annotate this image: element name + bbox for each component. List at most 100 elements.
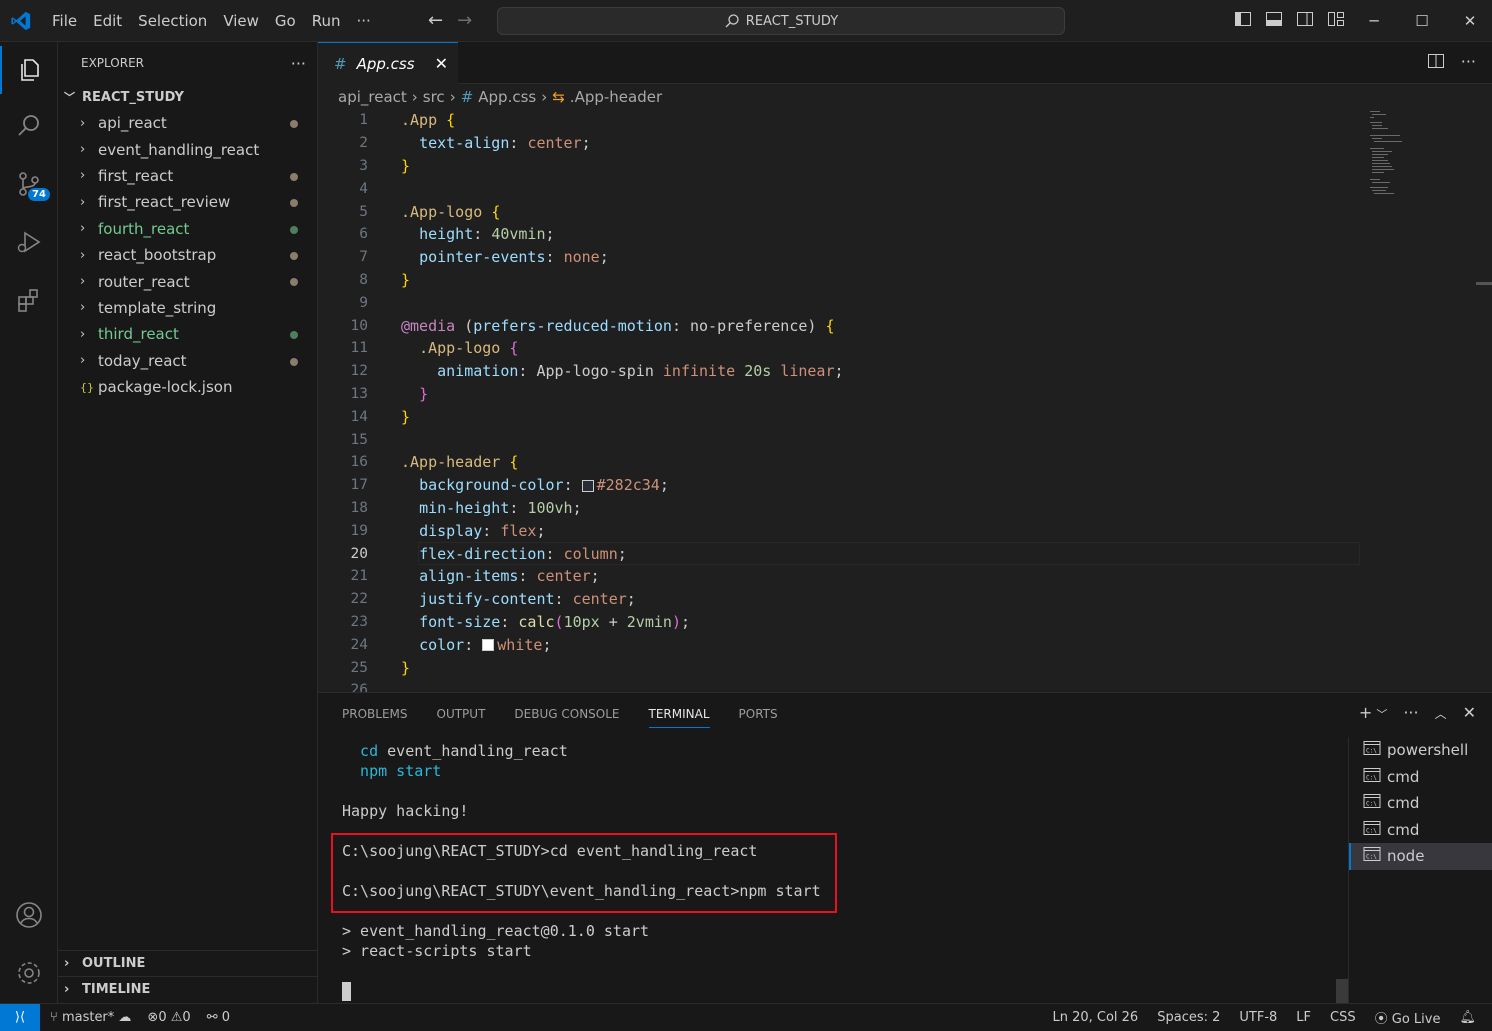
tree-item[interactable]: › react_bootstrap [58, 242, 318, 268]
editor-more-icon[interactable]: ··· [1461, 52, 1476, 74]
code-line[interactable]: 23 font-size: calc(10px + 2vmin); [318, 611, 1478, 634]
code-line[interactable]: 8} [318, 269, 1478, 292]
terminal-instance[interactable]: C:\ cmd [1349, 817, 1492, 844]
tree-item[interactable]: › event_handling_react [58, 136, 318, 162]
tab-ports[interactable]: PORTS [739, 701, 778, 727]
code-line[interactable]: 16 .App-header { [318, 451, 1478, 474]
ports-status[interactable]: ⚯ 0 [207, 1010, 230, 1025]
close-window-icon[interactable]: ✕ [1446, 0, 1492, 42]
code-line[interactable]: 10 @media (prefers-reduced-motion: no-pre… [318, 314, 1478, 337]
search-activity[interactable] [0, 102, 58, 150]
tree-item[interactable]: › fourth_react [58, 216, 318, 242]
problems-status[interactable]: ⊗0 ⚠0 [147, 1010, 190, 1025]
editor-scroll-indicator[interactable] [1476, 282, 1492, 285]
manage-activity[interactable] [0, 949, 58, 997]
terminal-instance[interactable]: C:\ powershell [1349, 737, 1492, 764]
menu-view[interactable]: View [215, 12, 267, 30]
menu-edit[interactable]: Edit [85, 12, 130, 30]
chevron-down-icon[interactable]: ﹀ [1376, 706, 1387, 722]
branch-status[interactable]: ⑂ master* ☁ [50, 1010, 131, 1025]
outline-section[interactable]: › OUTLINE [58, 950, 318, 976]
code-line[interactable]: 20 flex-direction: column; [318, 542, 1478, 565]
terminal-instance[interactable]: C:\ cmd [1349, 764, 1492, 791]
tree-item[interactable]: › first_react [58, 163, 318, 189]
end-of-line[interactable]: LF [1296, 1010, 1311, 1025]
toggle-primary-sidebar-icon[interactable] [1234, 10, 1252, 28]
source-control-activity[interactable]: 74 [0, 160, 58, 208]
tree-item[interactable]: › router_react [58, 268, 318, 294]
encoding[interactable]: UTF-8 [1239, 1010, 1277, 1025]
timeline-section[interactable]: › TIMELINE [58, 976, 318, 1002]
go-live-button[interactable]: ⦿ Go Live [1375, 1008, 1441, 1027]
toggle-panel-icon[interactable] [1265, 10, 1283, 28]
tree-item[interactable]: › first_react_review [58, 189, 318, 215]
menu-run[interactable]: Run [304, 12, 349, 30]
code-line[interactable]: 5 .App-logo { [318, 200, 1478, 223]
minimap[interactable] [1368, 109, 1478, 209]
code-line[interactable]: 3} [318, 155, 1478, 178]
terminal-scrollbar[interactable] [1336, 979, 1348, 1004]
code-line[interactable]: 24 color: white; [318, 633, 1478, 656]
code-line[interactable]: 2 text-align: center; [318, 132, 1478, 155]
code-line[interactable]: 26 [318, 679, 1478, 692]
tree-item[interactable]: › third_react [58, 321, 318, 347]
close-tab-icon[interactable]: ✕ [435, 54, 448, 73]
forward-arrow-icon[interactable]: → [457, 10, 472, 31]
tab-app-css[interactable]: # App.css ✕ [318, 42, 458, 84]
customize-layout-icon[interactable] [1327, 10, 1345, 28]
cursor-position[interactable]: Ln 20, Col 26 [1052, 1010, 1138, 1025]
code-line[interactable]: 6 height: 40vmin; [318, 223, 1478, 246]
code-line[interactable]: 18 min-height: 100vh; [318, 497, 1478, 520]
code-editor[interactable]: 1 .App {2 text-align: center; 3} 4 5 .App-log… [318, 109, 1478, 692]
code-line[interactable]: 19 display: flex; [318, 519, 1478, 542]
split-editor-icon[interactable] [1427, 52, 1445, 74]
maximize-icon[interactable]: ☐ [1398, 0, 1446, 42]
breadcrumb-folder[interactable]: src [423, 88, 445, 106]
accounts-activity[interactable] [0, 891, 58, 939]
new-terminal-icon[interactable]: + [1359, 703, 1372, 722]
tab-terminal[interactable]: TERMINAL [648, 701, 710, 728]
command-center-search[interactable]: REACT_STUDY [497, 7, 1065, 35]
code-line[interactable]: 15 [318, 428, 1478, 451]
tree-item[interactable]: › template_string [58, 295, 318, 321]
back-arrow-icon[interactable]: ← [428, 10, 443, 31]
code-line[interactable]: 17 background-color: #282c34; [318, 474, 1478, 497]
tree-item[interactable]: {} package-lock.json [58, 374, 318, 400]
panel-more-icon[interactable]: ··· [1403, 703, 1418, 722]
menu-file[interactable]: File [44, 12, 85, 30]
language-mode[interactable]: CSS [1330, 1010, 1356, 1025]
indentation[interactable]: Spaces: 2 [1157, 1010, 1220, 1025]
breadcrumb-symbol[interactable]: .App-header [570, 88, 662, 106]
minimize-icon[interactable]: ─ [1350, 0, 1398, 42]
explorer-more-icon[interactable]: ··· [291, 54, 306, 73]
toggle-secondary-sidebar-icon[interactable] [1296, 10, 1314, 28]
tab-problems[interactable]: PROBLEMS [342, 701, 408, 727]
code-line[interactable]: 12 animation: App-logo-spin infinite 20s… [318, 360, 1478, 383]
terminal-instance[interactable]: C:\ cmd [1349, 790, 1492, 817]
tab-output[interactable]: OUTPUT [437, 701, 486, 727]
menu-go[interactable]: Go [267, 12, 304, 30]
menu-more[interactable]: ··· [349, 12, 379, 30]
code-line[interactable]: 4 [318, 177, 1478, 200]
code-line[interactable]: 13 } [318, 383, 1478, 406]
extensions-activity[interactable] [0, 276, 58, 324]
code-line[interactable]: 14} [318, 405, 1478, 428]
explorer-root-folder[interactable]: ﹀ REACT_STUDY [58, 86, 318, 108]
code-line[interactable]: 9 [318, 291, 1478, 314]
remote-indicator[interactable]: ⟩⟨ [0, 1004, 40, 1031]
code-line[interactable]: 11 .App-logo { [318, 337, 1478, 360]
code-line[interactable]: 22 justify-content: center; [318, 588, 1478, 611]
terminal-instance[interactable]: C:\ node [1349, 843, 1492, 870]
breadcrumb-file[interactable]: App.css [478, 88, 536, 106]
tab-debug-console[interactable]: DEBUG CONSOLE [514, 701, 619, 727]
code-line[interactable]: 1 .App { [318, 109, 1478, 132]
code-line[interactable]: 21 align-items: center; [318, 565, 1478, 588]
tree-item[interactable]: › today_react [58, 348, 318, 374]
maximize-panel-icon[interactable]: ︿ [1435, 705, 1447, 722]
breadcrumb-folder[interactable]: api_react [338, 88, 407, 106]
tree-item[interactable]: › api_react [58, 110, 318, 136]
menu-selection[interactable]: Selection [130, 12, 215, 30]
bell-icon[interactable]: 🔔︎ [1459, 1010, 1476, 1025]
close-panel-icon[interactable]: ✕ [1463, 703, 1476, 722]
code-line[interactable]: 7 pointer-events: none; [318, 246, 1478, 269]
